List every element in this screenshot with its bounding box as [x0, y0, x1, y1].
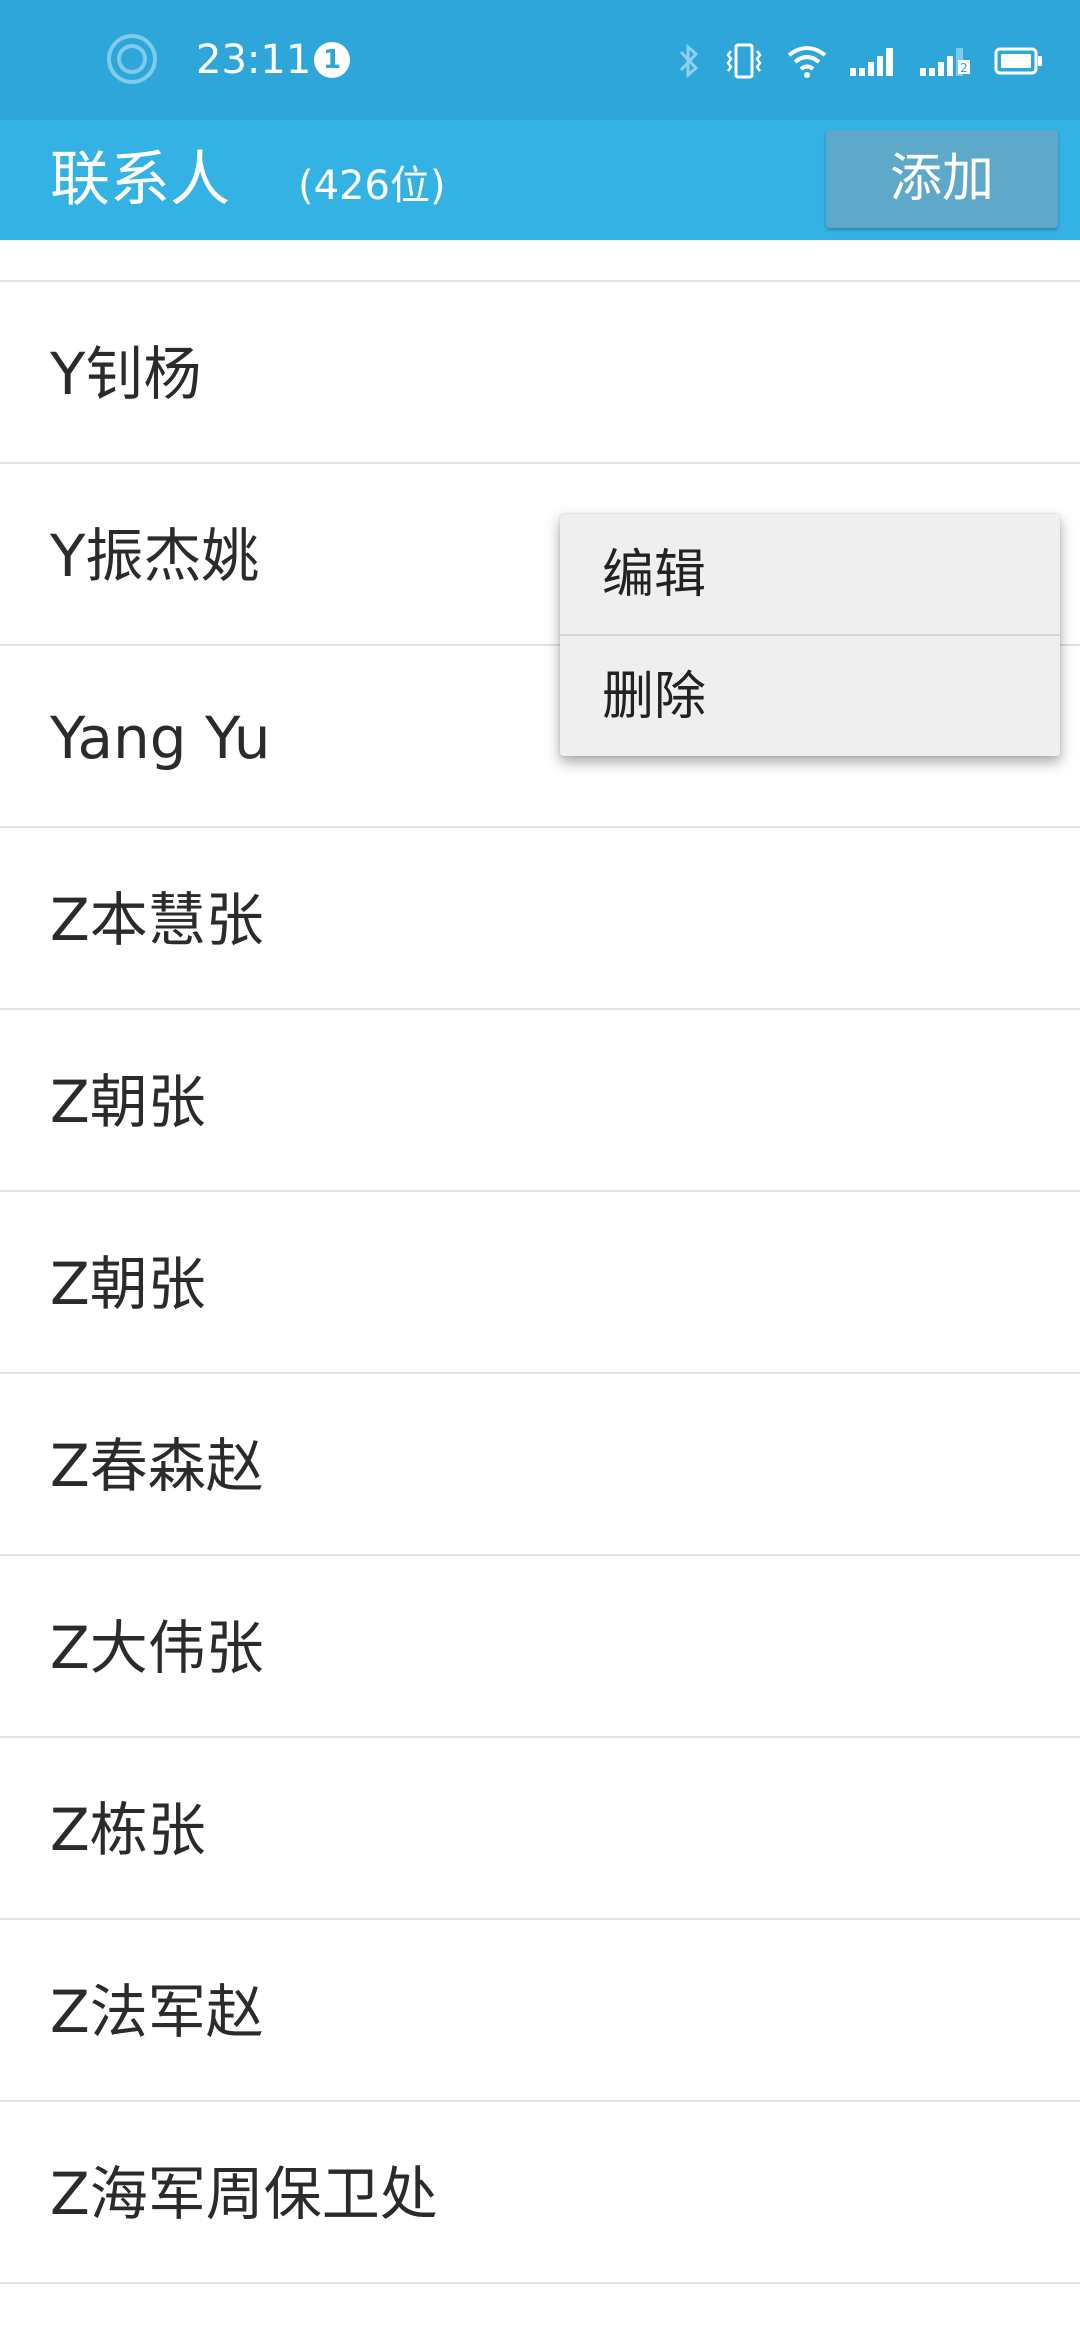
page-title: 联系人	[50, 145, 230, 215]
contact-name: Z朝张	[50, 1068, 206, 1136]
menu-item-label: 编辑	[602, 545, 707, 605]
bluetooth-icon	[676, 41, 702, 81]
vibrate-icon	[724, 41, 764, 81]
contact-row[interactable]: Z法军赵	[0, 1920, 1080, 2102]
contact-name: Y钊杨	[50, 340, 202, 408]
contact-name: Z栋张	[50, 1796, 206, 1864]
status-icons: 2	[676, 36, 1044, 86]
contact-name: Y振杰姚	[50, 522, 260, 590]
contact-row[interactable]: Z栋张	[0, 1738, 1080, 1920]
app-bar: 联系人 (426位) 添加	[0, 120, 1080, 240]
menu-item-edit[interactable]: 编辑	[560, 514, 1060, 634]
contact-name: Z法军赵	[50, 1978, 264, 2046]
status-time: 23:11	[196, 37, 312, 83]
contacts-screen: 23:11 1 2 联系人 (426位) 添加 Y钊杨 Y振杰姚 Yang Yu…	[0, 0, 1080, 2340]
contact-name: Yang Yu	[50, 704, 271, 772]
battery-icon	[994, 46, 1044, 76]
contact-row[interactable]: Z大伟张	[0, 1556, 1080, 1738]
contact-name: Z本慧张	[50, 886, 264, 954]
svg-text:2: 2	[960, 61, 968, 75]
contact-name: Z春森赵	[50, 1432, 264, 1500]
contact-row[interactable]: Z春森赵	[0, 1374, 1080, 1556]
contact-row[interactable]: Z本慧张	[0, 828, 1080, 1010]
notification-badge: 1	[314, 42, 350, 78]
contact-row[interactable]: Z朝张	[0, 1192, 1080, 1374]
wifi-icon	[786, 43, 828, 79]
contact-name: Z大伟张	[50, 1614, 264, 1682]
menu-item-delete[interactable]: 删除	[560, 636, 1060, 756]
context-menu: 编辑 删除	[560, 514, 1060, 756]
status-bar: 23:11 1 2	[0, 0, 1080, 120]
signal-2-icon: 2	[920, 46, 972, 76]
add-contact-button[interactable]: 添加	[826, 130, 1058, 228]
contact-name: Z朝张	[50, 1250, 206, 1318]
menu-item-label: 删除	[602, 667, 707, 727]
contact-row[interactable]: Y钊杨	[0, 282, 1080, 464]
contact-row[interactable]: Z朝张	[0, 1010, 1080, 1192]
contact-count: (426位)	[298, 163, 446, 209]
signal-icon	[850, 46, 898, 76]
target-ring-icon	[106, 33, 158, 85]
contact-name: Z海军周保卫处	[50, 2160, 438, 2228]
contact-row[interactable]: Z海军周保卫处	[0, 2102, 1080, 2284]
